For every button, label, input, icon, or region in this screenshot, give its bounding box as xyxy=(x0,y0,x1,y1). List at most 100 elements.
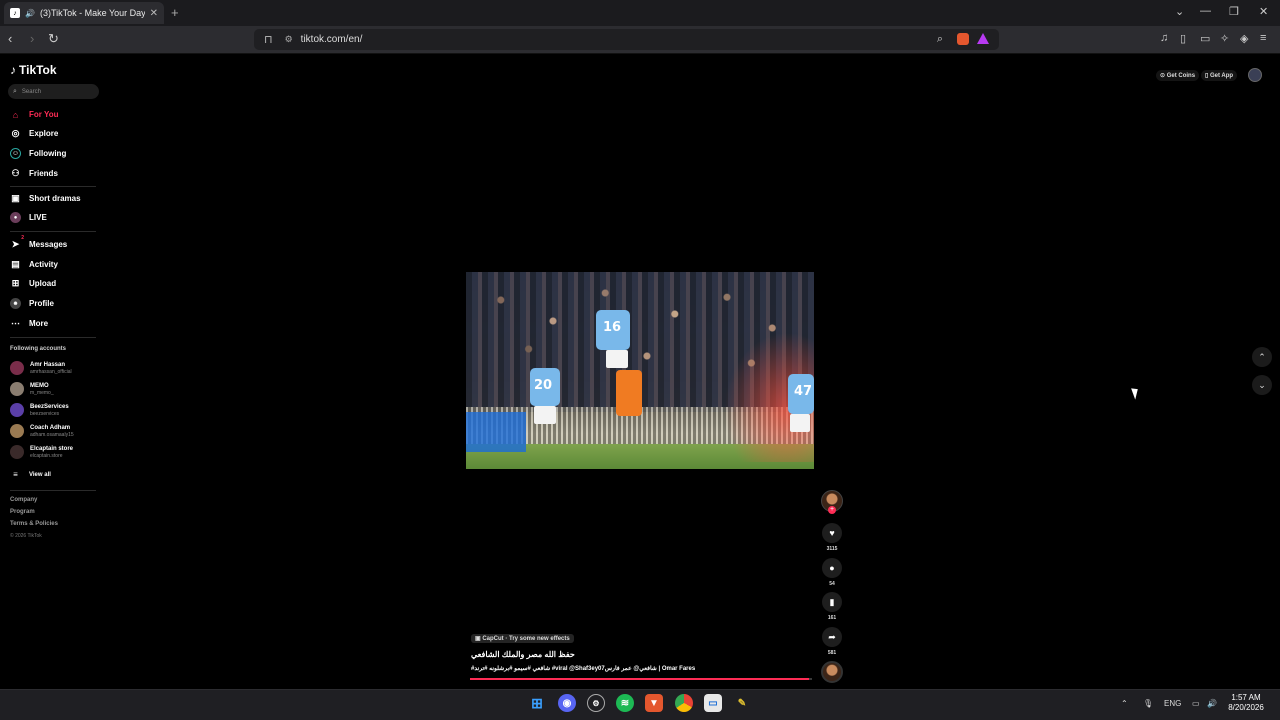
comment-icon: ● xyxy=(829,563,835,573)
bookmark-icon[interactable]: ⊓ xyxy=(264,33,273,46)
music-disc-icon[interactable] xyxy=(821,661,843,683)
sidebar-icon[interactable]: ▯ xyxy=(1180,32,1186,45)
heart-icon: ♥ xyxy=(829,528,835,538)
view-all-button[interactable]: ≡ View all xyxy=(10,469,51,480)
nav-live[interactable]: ● LIVE xyxy=(10,212,47,223)
spotify-icon[interactable]: ≋ xyxy=(616,694,634,712)
window-app-icon[interactable]: ▭ xyxy=(704,694,722,712)
system-clock[interactable]: 1:57 AM 8/20/2026 xyxy=(1222,693,1270,713)
user-avatar[interactable] xyxy=(1248,68,1262,82)
minimize-icon[interactable]: — xyxy=(1200,5,1211,17)
site-info-icon[interactable]: ⚙ xyxy=(285,34,293,45)
nav-label: For You xyxy=(29,110,59,119)
nav-activity[interactable]: ▤ Activity xyxy=(10,259,58,270)
nav-profile[interactable]: ☻ Profile xyxy=(10,298,54,309)
account-item[interactable]: Coach Adham adham.osamaaly15 xyxy=(10,424,74,438)
restore-icon[interactable]: ❐ xyxy=(1229,5,1239,18)
profile-icon: ☻ xyxy=(10,298,21,309)
nav-for-you[interactable]: ⌂ For You xyxy=(10,109,59,120)
windows-taskbar xyxy=(0,689,1280,720)
leo-ai-icon[interactable]: ✧ xyxy=(1220,32,1229,45)
network-icon[interactable]: ▭ xyxy=(1192,699,1200,708)
language-indicator[interactable]: ENG xyxy=(1164,699,1181,708)
account-name: BeezServices xyxy=(30,403,69,410)
speaker-icon[interactable]: 🔊 xyxy=(25,9,35,18)
account-handle: amrhassan_official xyxy=(30,368,72,375)
previous-video-button[interactable]: ⌃ xyxy=(1252,347,1272,367)
start-button-icon[interactable]: ⊞ xyxy=(528,694,546,712)
like-button[interactable]: ♥ xyxy=(822,523,842,543)
view-all-label: View all xyxy=(29,471,51,478)
account-handle: beezservices xyxy=(30,410,60,417)
nav-friends[interactable]: ⚇ Friends xyxy=(10,168,57,179)
search-input[interactable]: ⌕ Search xyxy=(8,84,99,99)
video-player[interactable]: 16 20 47 xyxy=(466,272,814,469)
jersey-number: 47 xyxy=(794,384,813,399)
tiktok-logo[interactable]: ♪ TikTok xyxy=(10,63,57,77)
nav-divider xyxy=(10,337,96,338)
url-text[interactable]: tiktok.com/en/ xyxy=(301,34,363,45)
account-item[interactable]: Amr Hassan amrhassan_official xyxy=(10,361,72,375)
account-item[interactable]: BeezServices beezservices xyxy=(10,403,69,417)
nav-upload[interactable]: ⊞ Upload xyxy=(10,278,56,289)
media-icon[interactable]: ♫ xyxy=(1160,32,1168,44)
chrome-icon[interactable] xyxy=(675,694,693,712)
back-icon[interactable]: ‹ xyxy=(8,31,12,46)
footer-terms[interactable]: Terms & Policies xyxy=(10,521,58,527)
comment-button[interactable]: ● xyxy=(822,558,842,578)
nav-explore[interactable]: ◎ Explore xyxy=(10,128,59,139)
microphone-icon[interactable]: 🎙 xyxy=(1143,699,1153,708)
ad-board xyxy=(466,412,526,452)
nav-messages[interactable]: ➤ 2 Messages xyxy=(10,235,68,250)
mouse-cursor-icon xyxy=(1131,386,1141,400)
tray-chevron-icon[interactable]: ⌃ xyxy=(1121,699,1128,708)
reload-icon[interactable]: ↻ xyxy=(48,31,59,47)
jersey-number: 16 xyxy=(603,320,622,335)
account-item[interactable]: Elcaptain store elcaptain.store xyxy=(10,445,73,459)
upload-icon: ⊞ xyxy=(11,278,20,288)
nav-divider xyxy=(10,186,96,187)
avatar xyxy=(10,361,24,375)
list-icon: ≡ xyxy=(13,470,18,479)
home-icon: ⌂ xyxy=(12,109,19,120)
brave-shields-icon[interactable] xyxy=(957,33,969,45)
get-coins-button[interactable]: ⊙ Get Coins xyxy=(1156,70,1200,81)
menu-icon[interactable]: ≡ xyxy=(1260,32,1266,44)
effect-tag[interactable]: ▣ CapCut · Try some new effects xyxy=(471,634,574,643)
footer-company[interactable]: Company xyxy=(10,497,37,503)
live-icon: ● xyxy=(10,212,21,223)
forward-icon[interactable]: › xyxy=(30,31,34,46)
nav-label: Activity xyxy=(29,260,58,269)
vpn-shield-icon[interactable]: ◈ xyxy=(1240,32,1248,45)
avatar xyxy=(10,403,24,417)
share-button[interactable]: ➦ xyxy=(822,627,842,647)
tab-search-chevron-icon[interactable]: ⌄ xyxy=(1175,5,1184,18)
account-item[interactable]: MEMO m_memo_ xyxy=(10,382,54,396)
browser-tab-tiktok[interactable]: ♪ 🔊 (3)TikTok - Make Your Day ✕ xyxy=(4,2,164,24)
save-button[interactable]: ▮ xyxy=(822,592,842,612)
steam-icon[interactable]: ⚙ xyxy=(587,694,605,712)
nav-more[interactable]: ⋯ More xyxy=(10,318,48,329)
clock-date: 8/20/2026 xyxy=(1228,703,1264,712)
nav-following[interactable]: ☺ Following xyxy=(10,148,66,159)
video-progress-bar[interactable] xyxy=(470,678,812,680)
address-bar[interactable]: ⊓ ⚙ tiktok.com/en/ ⌕ xyxy=(254,29,999,50)
discord-icon[interactable]: ◉ xyxy=(558,694,576,712)
close-tab-icon[interactable]: ✕ xyxy=(150,8,158,19)
wallet-icon[interactable]: ▭ xyxy=(1200,32,1210,45)
volume-icon[interactable]: 🔊 xyxy=(1207,699,1217,708)
get-app-button[interactable]: ▯ Get App xyxy=(1201,70,1238,81)
nav-label: Explore xyxy=(29,129,59,138)
account-handle: elcaptain.store xyxy=(30,452,63,459)
footer-program[interactable]: Program xyxy=(10,509,35,515)
zoom-icon[interactable]: ⌕ xyxy=(937,33,943,46)
next-video-button[interactable]: ⌄ xyxy=(1252,375,1272,395)
brave-rewards-icon[interactable] xyxy=(977,33,989,44)
nav-short-dramas[interactable]: ▣ Short dramas xyxy=(10,193,80,204)
window-close-icon[interactable]: ✕ xyxy=(1259,5,1268,18)
follow-plus-icon[interactable]: + xyxy=(828,506,836,514)
new-tab-icon[interactable]: + xyxy=(171,5,179,20)
pen-app-icon[interactable]: ✎ xyxy=(733,694,751,712)
brave-browser-icon[interactable]: ▼ xyxy=(645,694,663,712)
share-icon: ➦ xyxy=(828,631,836,642)
